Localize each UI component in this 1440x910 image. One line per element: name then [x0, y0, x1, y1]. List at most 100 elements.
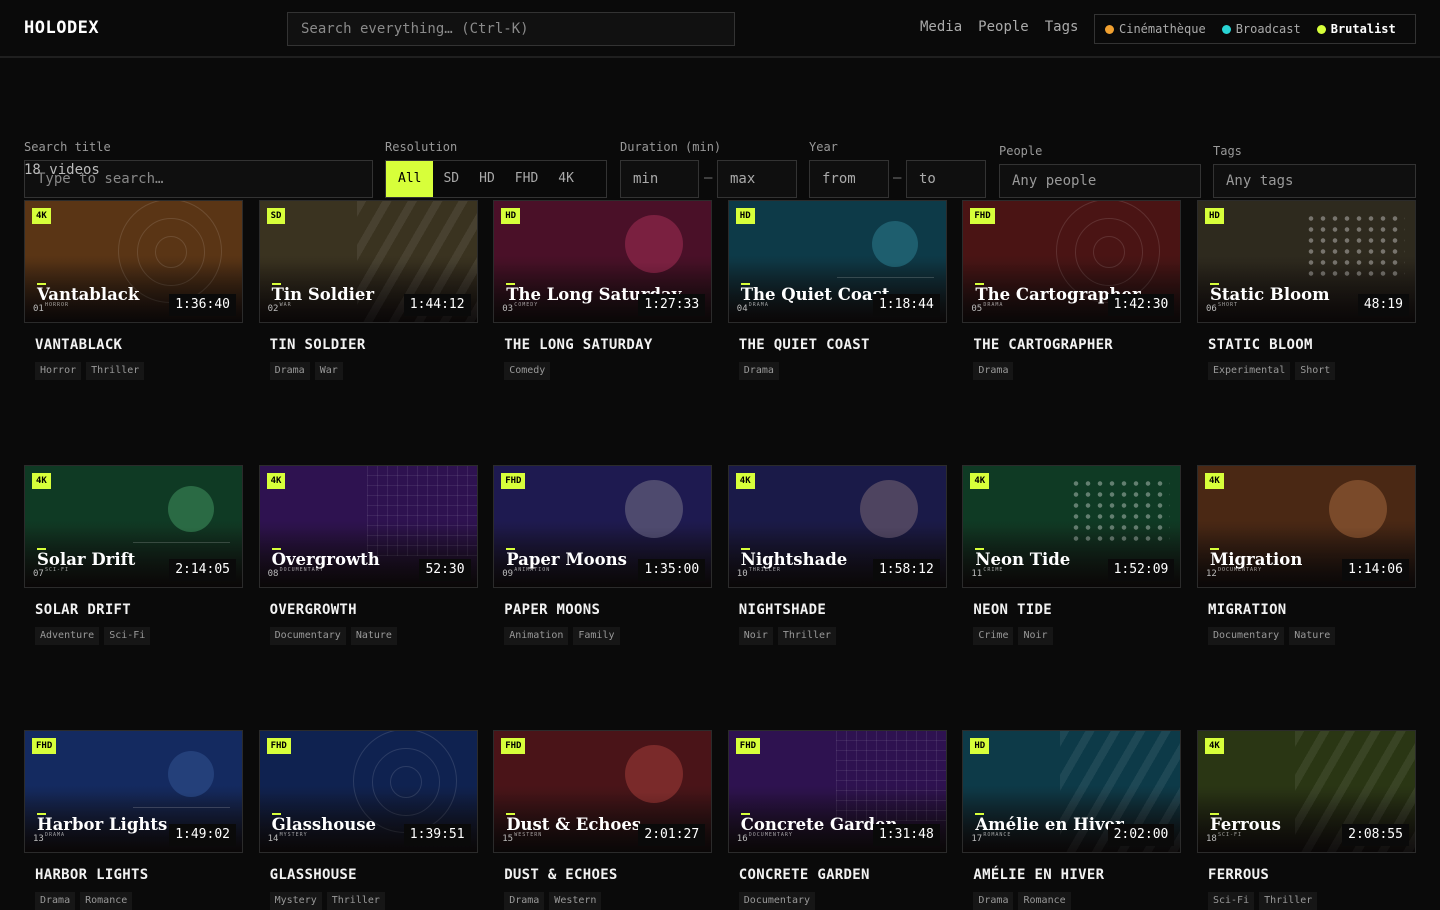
video-card[interactable]: HD The Long Saturday 03 COMEDY 1:27:33 THE LO… — [493, 200, 713, 380]
genre-tag[interactable]: Documentary — [1207, 627, 1285, 645]
genre-tag[interactable]: Drama — [504, 892, 545, 910]
video-title[interactable]: OVERGROWTH — [270, 602, 478, 618]
video-card[interactable]: 4K Solar Drift 07 SCI-FI 2:14:05 SOLAR DRIFT A… — [24, 465, 243, 645]
video-card[interactable]: 4K Ferrous 18 SCI-FI 2:08:55 FERROUS Sci-Fi Thr… — [1196, 730, 1416, 910]
video-title[interactable]: MIGRATION — [1208, 602, 1416, 618]
video-card[interactable]: 4K Overgrowth 08 DOCUMENTARY 52:30 OVERGROWTH… — [258, 465, 478, 645]
video-title[interactable]: CONCRETE GARDEN — [739, 867, 947, 883]
video-title[interactable]: THE LONG SATURDAY — [504, 337, 712, 353]
genre-tag[interactable]: Thriller — [86, 362, 145, 380]
video-card[interactable]: FHD Glasshouse 14 MYSTERY 1:39:51 GLASSHOUSE M… — [258, 730, 478, 910]
genre-tag[interactable]: Animation — [504, 627, 569, 645]
genre-tag[interactable]: Nature — [1289, 627, 1336, 645]
genre-tag[interactable]: Thriller — [326, 892, 385, 910]
video-title[interactable]: NIGHTSHADE — [739, 602, 947, 618]
video-card[interactable]: HD Static Bloom 06 SHORT 48:19 STATIC BLOOM Ex… — [1196, 200, 1416, 380]
video-thumbnail[interactable]: 4K Solar Drift 07 SCI-FI 2:14:05 — [24, 465, 243, 588]
video-thumbnail[interactable]: HD Static Bloom 06 SHORT 48:19 — [1196, 200, 1416, 323]
nav-tags[interactable]: Tags — [1045, 19, 1079, 35]
people-filter-input[interactable]: Any people — [999, 164, 1201, 198]
video-card[interactable]: HD Amélie en Hiver 17 ROMANCE 2:02:00 AMÉLIE … — [962, 730, 1182, 910]
tags-filter-input[interactable]: Any tags — [1213, 164, 1416, 198]
video-card[interactable]: FHD Harbor Lights 13 DRAMA 1:49:02 HARBOR LIG… — [24, 730, 243, 910]
video-thumbnail[interactable]: 4K Ferrous 18 SCI-FI 2:08:55 — [1196, 730, 1416, 853]
video-thumbnail[interactable]: HD The Quiet Coast 04 DRAMA 1:18:44 — [727, 200, 947, 323]
video-thumbnail[interactable]: FHD The Cartographer 05 DRAMA 1:42:30 — [962, 200, 1182, 323]
video-thumbnail[interactable]: FHD Dust & Echoes 15 WESTERN 2:01:27 — [493, 730, 713, 853]
theme-option[interactable]: Broadcast — [1221, 22, 1301, 36]
video-thumbnail[interactable]: 4K Vantablack 01 HORROR 1:36:40 — [24, 200, 243, 323]
video-thumbnail[interactable]: 4K Nightshade 10 THRILLER 1:58:12 — [727, 465, 947, 588]
video-card[interactable]: 4K Migration 12 DOCUMENTARY 1:14:06 MIGRATION… — [1196, 465, 1416, 645]
genre-tag[interactable]: Romance — [80, 892, 133, 910]
resolution-option[interactable]: FHD — [505, 161, 548, 197]
video-title[interactable]: SOLAR DRIFT — [35, 602, 243, 618]
video-thumbnail[interactable]: HD Amélie en Hiver 17 ROMANCE 2:02:00 — [962, 730, 1182, 853]
video-title[interactable]: FERROUS — [1208, 867, 1416, 883]
video-thumbnail[interactable]: FHD Concrete Garden 16 DOCUMENTARY 1:31:48 — [727, 730, 947, 853]
genre-tag[interactable]: Family — [573, 627, 620, 645]
genre-tag[interactable]: Crime — [973, 627, 1014, 645]
video-thumbnail[interactable]: SD Tin Soldier 02 WAR 1:44:12 — [258, 200, 478, 323]
global-search-input[interactable]: Search everything… (Ctrl-K) — [287, 12, 735, 46]
logo[interactable]: HOLODEX — [24, 18, 99, 38]
video-title[interactable]: NEON TIDE — [973, 602, 1181, 618]
video-card[interactable]: FHD The Cartographer 05 DRAMA 1:42:30 THE CAR… — [962, 200, 1182, 380]
video-thumbnail[interactable]: FHD Glasshouse 14 MYSTERY 1:39:51 — [258, 730, 478, 853]
video-card[interactable]: 4K Vantablack 01 HORROR 1:36:40 VANTABLACK Hor… — [24, 200, 243, 380]
genre-tag[interactable]: Drama — [269, 362, 310, 380]
video-title[interactable]: DUST & ECHOES — [504, 867, 712, 883]
genre-tag[interactable]: Western — [549, 892, 602, 910]
video-thumbnail[interactable]: FHD Harbor Lights 13 DRAMA 1:49:02 — [24, 730, 243, 853]
genre-tag[interactable]: Noir — [738, 627, 773, 645]
genre-tag[interactable]: Drama — [973, 892, 1014, 910]
video-card[interactable]: SD Tin Soldier 02 WAR 1:44:12 TIN SOLDIER Dram… — [258, 200, 478, 380]
video-title[interactable]: THE CARTOGRAPHER — [973, 337, 1181, 353]
genre-tag[interactable]: Documentary — [269, 627, 346, 645]
video-thumbnail[interactable]: FHD Paper Moons 09 ANIMATION 1:35:00 — [493, 465, 713, 588]
genre-tag[interactable]: Mystery — [269, 892, 322, 910]
video-title[interactable]: AMÉLIE EN HIVER — [973, 867, 1181, 883]
nav-media[interactable]: Media — [920, 19, 962, 35]
genre-tag[interactable]: Documentary — [738, 892, 816, 910]
resolution-option[interactable]: 4K — [548, 161, 584, 197]
genre-tag[interactable]: Nature — [350, 627, 397, 645]
video-card[interactable]: FHD Dust & Echoes 15 WESTERN 2:01:27 DUST & E… — [493, 730, 713, 910]
genre-tag[interactable]: Adventure — [35, 627, 100, 645]
video-title[interactable]: HARBOR LIGHTS — [35, 867, 243, 883]
video-thumbnail[interactable]: HD The Long Saturday 03 COMEDY 1:27:33 — [493, 200, 713, 323]
genre-tag[interactable]: Experimental — [1207, 362, 1291, 380]
video-thumbnail[interactable]: 4K Overgrowth 08 DOCUMENTARY 52:30 — [258, 465, 478, 588]
genre-tag[interactable]: Short — [1295, 362, 1336, 380]
theme-option[interactable]: Brutalist — [1316, 22, 1396, 36]
video-title[interactable]: VANTABLACK — [35, 337, 243, 353]
genre-tag[interactable]: Noir — [1018, 627, 1053, 645]
video-thumbnail[interactable]: 4K Neon Tide 11 CRIME 1:52:09 — [962, 465, 1182, 588]
genre-tag[interactable]: Drama — [35, 892, 76, 910]
genre-tag[interactable]: War — [314, 362, 343, 380]
video-title[interactable]: THE QUIET COAST — [739, 337, 947, 353]
resolution-option[interactable]: HD — [469, 161, 505, 197]
video-card[interactable]: 4K Nightshade 10 THRILLER 1:58:12 NIGHTSHADE N… — [727, 465, 947, 645]
genre-tag[interactable]: Horror — [35, 362, 82, 380]
genre-tag[interactable]: Comedy — [504, 362, 551, 380]
duration-min-input[interactable]: min — [620, 160, 699, 198]
genre-tag[interactable]: Sci-Fi — [1207, 892, 1255, 910]
genre-tag[interactable]: Romance — [1018, 892, 1071, 910]
genre-tag[interactable]: Drama — [738, 362, 779, 380]
genre-tag[interactable]: Drama — [973, 362, 1014, 380]
video-title[interactable]: TIN SOLDIER — [270, 337, 478, 353]
video-title[interactable]: GLASSHOUSE — [270, 867, 478, 883]
video-thumbnail[interactable]: 4K Migration 12 DOCUMENTARY 1:14:06 — [1196, 465, 1416, 588]
video-card[interactable]: FHD Concrete Garden 16 DOCUMENTARY 1:31:48 CO… — [727, 730, 947, 910]
resolution-option[interactable]: SD — [433, 161, 469, 197]
video-title[interactable]: STATIC BLOOM — [1208, 337, 1416, 353]
video-card[interactable]: FHD Paper Moons 09 ANIMATION 1:35:00 PAPER MO… — [493, 465, 713, 645]
video-card[interactable]: 4K Neon Tide 11 CRIME 1:52:09 NEON TIDE Crime N… — [962, 465, 1182, 645]
genre-tag[interactable]: Thriller — [1259, 892, 1318, 910]
video-card[interactable]: HD The Quiet Coast 04 DRAMA 1:18:44 THE QUIET… — [727, 200, 947, 380]
resolution-option[interactable]: All — [386, 161, 434, 197]
theme-option[interactable]: Cinémathèque — [1105, 22, 1206, 36]
duration-max-input[interactable]: max — [717, 160, 797, 198]
genre-tag[interactable]: Sci-Fi — [104, 627, 151, 645]
